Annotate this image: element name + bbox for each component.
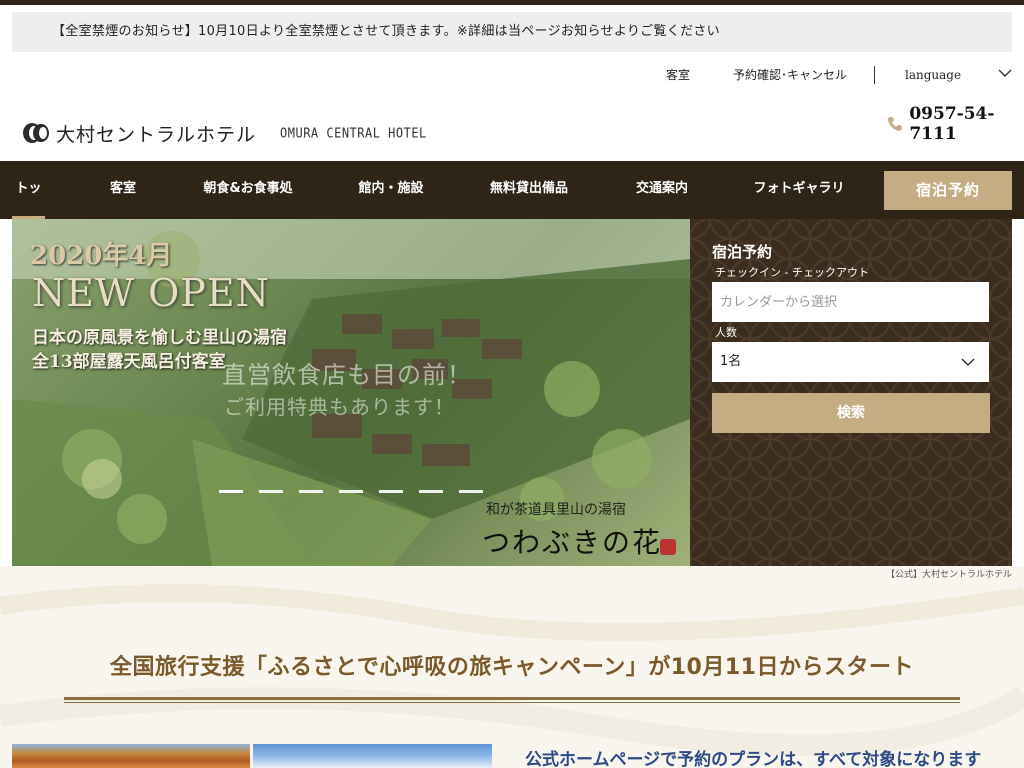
util-link-rooms[interactable]: 客室 <box>666 66 690 86</box>
hero-promo-2: ご利用特典もあります！ <box>224 395 455 419</box>
slider-dots <box>219 490 483 493</box>
slider-dot[interactable] <box>379 490 403 493</box>
main-nav: トップ 客室 朝食&お食事処 館内・施設 無料貸出備品 交通案内 フォトギャラリ… <box>0 161 1024 252</box>
slider-dot[interactable] <box>219 490 243 493</box>
slider-dot[interactable] <box>339 490 363 493</box>
language-select[interactable]: language <box>905 66 961 86</box>
phone-number: 0957-54-7111 <box>909 104 995 144</box>
slider-dot[interactable] <box>459 490 483 493</box>
nav-item-facilities[interactable]: 館内・施設 <box>358 161 424 219</box>
campaign-plan-text: 公式ホームページで予約のプランは、すべて対象になります <box>525 750 982 768</box>
slider-dot[interactable] <box>299 490 323 493</box>
nav-item-top[interactable]: トップ <box>12 161 45 252</box>
phone-contact[interactable]: 0957-54-7111 <box>886 104 1024 144</box>
hero-slider[interactable]: 2020年4月 NEW OPEN 日本の原風景を愉しむ里山の湯宿 全13部屋露天… <box>12 219 690 566</box>
hero-year: 2020年4月 <box>30 241 173 271</box>
nav-item-gallery[interactable]: フォトギャラリー <box>752 161 846 252</box>
booking-title: 宿泊予約 <box>712 243 773 261</box>
hero-promo-1: 直営飲食店も目の前！ <box>222 361 472 389</box>
hero-brush-text: 和が茶道具里山の湯宿 <box>486 502 626 518</box>
nav-book-button[interactable]: 宿泊予約 <box>884 171 1012 210</box>
hero-seal <box>660 539 676 555</box>
campaign-title: 全国旅行支援「ふるさとで心呼吸の旅キャンペーン」が10月11日からスタート <box>110 655 914 680</box>
logo-name-en: OMURA CENTRAL HOTEL <box>280 125 427 141</box>
slider-dot[interactable] <box>419 490 443 493</box>
slider-dot[interactable] <box>259 490 283 493</box>
notice-text: 【全室禁煙のお知らせ】10月10日より全室禁煙とさせて頂きます。※詳細は当ページ… <box>52 24 720 39</box>
hero-subline-2: 全13部屋露天風呂付客室 <box>32 352 226 372</box>
booking-panel: 宿泊予約 チェックイン - チェックアウト 人数 1名 検索 <box>690 219 1012 566</box>
nav-item-rentals[interactable]: 無料貸出備品 <box>486 161 572 219</box>
booking-search-button[interactable]: 検索 <box>712 393 990 433</box>
booking-dates-input[interactable] <box>712 282 989 322</box>
booking-guests-value: 1名 <box>720 354 742 369</box>
campaign-image-autumn[interactable] <box>12 744 250 768</box>
notice-banner[interactable]: 【全室禁煙のお知らせ】10月10日より全室禁煙とさせて頂きます。※詳細は当ページ… <box>12 12 1012 52</box>
phone-icon <box>887 117 902 131</box>
top-border <box>0 0 1024 5</box>
chevron-down-icon[interactable] <box>998 68 1012 78</box>
util-link-reservation[interactable]: 予約確認･キャンセル <box>733 66 847 86</box>
nav-item-access[interactable]: 交通案内 <box>633 161 691 219</box>
campaign-image-sky[interactable] <box>253 744 492 768</box>
hero-brand: つわぶきの花 <box>482 526 663 559</box>
hotel-logo[interactable]: 大村セントラルホテル OMURA CENTRAL HOTEL <box>22 119 427 147</box>
hero-subline-1: 日本の原風景を愉しむ里山の湯宿 <box>32 328 287 348</box>
campaign-divider-thin <box>64 702 960 703</box>
logo-mark-icon <box>23 123 49 143</box>
logo-name-jp: 大村セントラルホテル <box>56 123 257 146</box>
campaign-divider <box>64 697 960 700</box>
booking-dates-label: チェックイン - チェックアウト <box>715 266 869 279</box>
chevron-down-icon <box>961 358 975 366</box>
util-divider <box>874 66 875 84</box>
hero-caption: 【公式】大村セントラルホテル <box>886 570 1013 580</box>
booking-guests-select[interactable]: 1名 <box>712 342 989 382</box>
nav-item-dining[interactable]: 朝食&お食事処 <box>199 161 297 219</box>
booking-guests-label: 人数 <box>715 326 737 339</box>
nav-item-rooms[interactable]: 客室 <box>109 161 137 219</box>
hero-headline: NEW OPEN <box>32 271 270 315</box>
